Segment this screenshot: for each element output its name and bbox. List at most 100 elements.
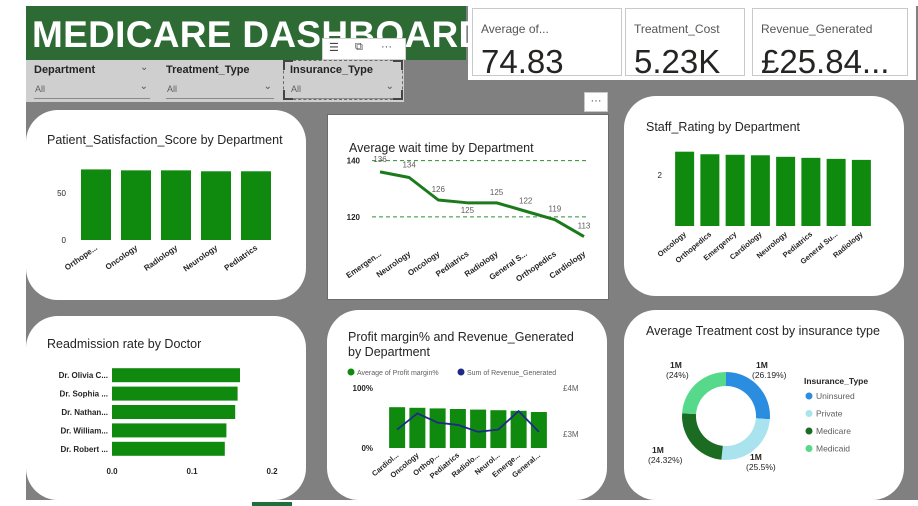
legend-marker	[457, 368, 465, 376]
corner-handle[interactable]	[393, 90, 403, 100]
slicer-value: All	[35, 84, 46, 94]
slicer-value: All	[167, 84, 178, 94]
filter-icon[interactable]: ☰	[329, 41, 339, 54]
legend-marker	[347, 368, 355, 376]
card-patient-satisfaction[interactable]: Patient_Satisfaction_Score by Department…	[26, 110, 306, 300]
y-tick-label: 2	[658, 171, 663, 180]
bar	[201, 171, 231, 240]
legend-label: Sum of Revenue_Generated	[467, 370, 556, 377]
y-tick-label: 0%	[361, 444, 373, 453]
data-label: 122	[519, 196, 533, 205]
corner-handle[interactable]	[393, 60, 403, 70]
slicer-dropdown[interactable]: All ⌄	[166, 80, 274, 99]
data-label: 134	[402, 161, 416, 170]
slicer-selection-frame	[283, 60, 403, 100]
donut-slice	[682, 413, 723, 460]
legend-label: Medicare	[816, 426, 851, 436]
bar	[121, 170, 151, 240]
bar	[112, 423, 227, 438]
y-tick-label: Dr. Sophia ...	[60, 390, 108, 399]
data-label: 1M	[750, 452, 762, 462]
x-tick-label: Oncology	[104, 243, 140, 272]
data-label: (24.32%)	[648, 455, 683, 465]
slicer-title: Department	[34, 64, 96, 76]
bar	[725, 154, 745, 226]
legend-title: Insurance_Type	[804, 376, 868, 386]
card-treatment-cost-insurance[interactable]: Average Treatment cost by insurance type…	[624, 310, 904, 500]
data-label: 126	[432, 185, 446, 194]
bar	[851, 159, 871, 226]
y-tick-label: 100%	[353, 384, 373, 393]
chart-svg: 120140 136Emergen...134Neurology126Oncolo…	[344, 155, 591, 284]
chevron-down-icon[interactable]: ⌄	[264, 81, 272, 92]
legend-marker	[805, 445, 813, 452]
more-options-icon[interactable]: ···	[381, 41, 392, 53]
page-title: MEDICARE DASHBOARD	[32, 14, 486, 55]
legend-marker	[805, 392, 813, 400]
bar	[530, 412, 547, 448]
chart-svg: 1M(26.19%)1M(25.5%)1M(24.32%)1M(24%)Insu…	[648, 360, 868, 472]
y-right-tick-label: £3M	[563, 430, 579, 439]
bar	[112, 386, 238, 401]
y-tick-label: 140	[347, 157, 361, 166]
y-right-tick-label: £4M	[563, 384, 579, 393]
data-label: 1M	[652, 445, 664, 455]
y-tick-label: Dr. Nathan...	[61, 408, 108, 417]
kpi-card-treatment-cost[interactable]: Treatment_Cost 5.23K	[625, 8, 745, 80]
x-tick-label: Orthope...	[63, 243, 99, 272]
x-tick-label: 0.0	[106, 467, 118, 476]
kpi-card-average[interactable]: Average of... 74.83	[472, 8, 622, 80]
card-staff-rating[interactable]: Staff_Rating by Department 2 Oncology Orth…	[624, 96, 904, 296]
chart-svg: 0 50 Orthope... Oncology Radiology Neurology P…	[57, 169, 271, 273]
x-tick-label: Radiology	[142, 243, 179, 273]
data-label: 113	[578, 222, 591, 231]
bar	[750, 155, 770, 226]
data-label: 1M	[756, 360, 768, 370]
data-label: 125	[461, 206, 475, 215]
donut-slice	[721, 418, 770, 460]
corner-handle[interactable]	[283, 60, 293, 70]
more-options-icon[interactable]: ···	[584, 92, 608, 112]
bar	[429, 408, 446, 448]
legend-label: Medicaid	[816, 444, 850, 454]
x-tick-label: 0.2	[266, 467, 278, 476]
data-label: 1M	[670, 360, 682, 370]
slicer-treatment-type[interactable]: Treatment_Type All ⌄	[158, 60, 278, 102]
bar	[389, 407, 406, 448]
data-label: (25.5%)	[746, 462, 776, 472]
page-tab-active[interactable]	[252, 502, 292, 506]
kpi-value: £25.84...	[761, 43, 890, 80]
corner-handle[interactable]	[283, 90, 293, 100]
slicer-department[interactable]: Department ⌄ All ⌄	[26, 60, 154, 102]
data-label: (26.19%)	[752, 370, 787, 380]
bar	[112, 405, 236, 419]
legend-label: Private	[816, 409, 843, 419]
chevron-down-icon[interactable]: ⌄	[140, 81, 148, 92]
kpi-strip: Average of... 74.83 Treatment_Cost 5.23K…	[468, 4, 916, 80]
data-label: (24%)	[666, 370, 689, 380]
y-tick-label: Dr. William...	[61, 426, 109, 435]
bar	[776, 156, 796, 226]
bar	[112, 368, 240, 383]
card-profit-margin-revenue[interactable]: Profit margin% and Revenue_Generated by …	[327, 310, 607, 500]
chart-svg: 2OncologyOrthopedicsEmergencyCardiologyN…	[656, 151, 871, 266]
bar	[700, 154, 720, 226]
legend-label: Uninsured	[816, 391, 855, 401]
legend-marker	[805, 410, 813, 417]
legend-label: Average of Profit margin%	[357, 370, 439, 377]
slicer-dropdown[interactable]: All ⌄	[34, 80, 150, 99]
kpi-value: 5.23K	[634, 43, 721, 80]
chevron-down-icon[interactable]: ⌄	[140, 62, 148, 73]
bar	[241, 171, 271, 240]
bar	[112, 441, 225, 456]
data-label: 125	[490, 188, 504, 197]
card-average-wait-time[interactable]: Average wait time by Department 120 140 13…	[327, 114, 609, 300]
x-tick-label: Pediatrics	[223, 243, 260, 273]
focus-mode-icon[interactable]: ⧉	[355, 41, 363, 54]
y-tick-label: 0	[62, 236, 67, 245]
card-readmission-rate[interactable]: Readmission rate by Doctor Dr. Olivia C.…	[26, 316, 306, 500]
y-tick-label: Dr. Olivia C...	[59, 371, 108, 380]
y-tick-label: 50	[57, 189, 66, 198]
kpi-card-revenue[interactable]: Revenue_Generated £25.84...	[752, 8, 908, 80]
bar	[449, 409, 466, 448]
